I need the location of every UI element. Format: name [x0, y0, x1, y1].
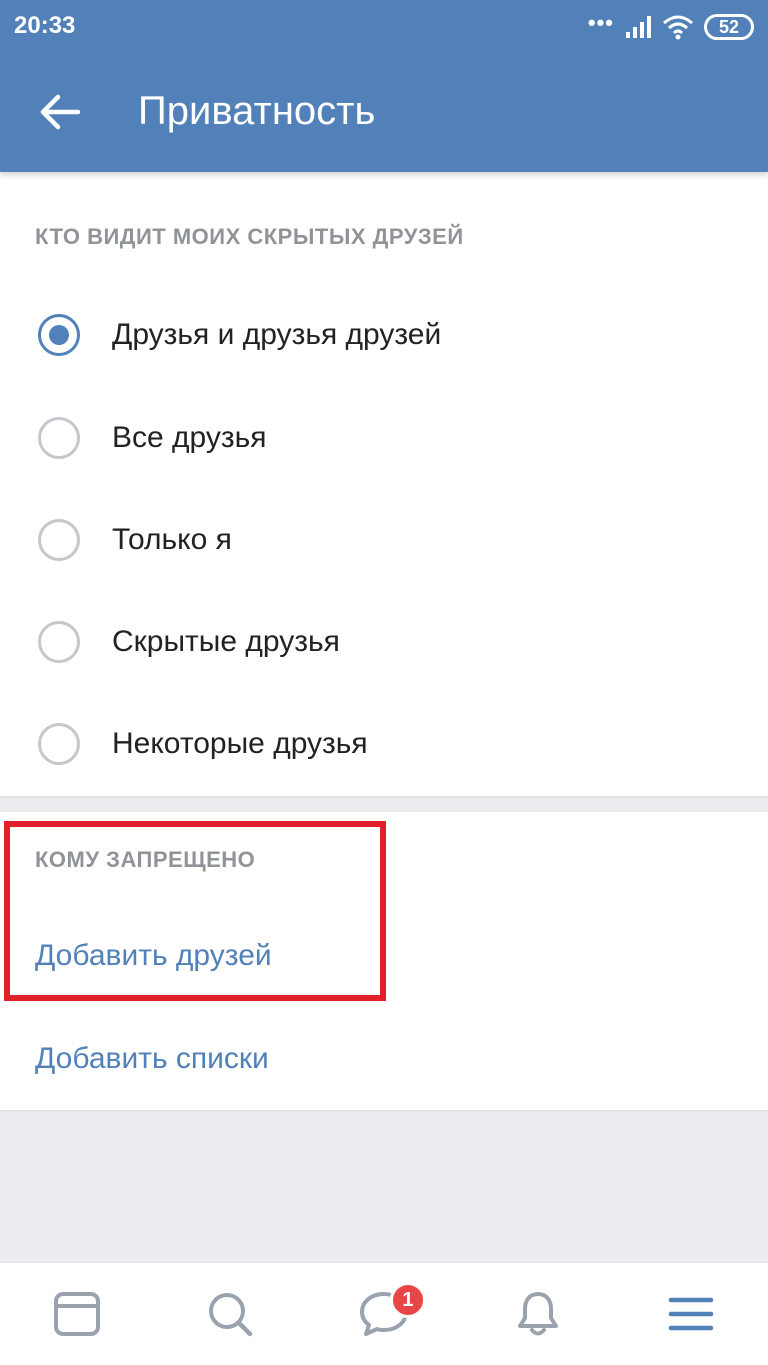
nav-notifications-button[interactable]	[488, 1274, 588, 1354]
status-icons: ••• 52	[588, 12, 754, 42]
add-friends-link[interactable]: Добавить друзей	[35, 939, 272, 973]
unread-badge: 1	[389, 1282, 426, 1318]
toolbar: Приватность	[0, 56, 768, 172]
add-lists-link[interactable]: Добавить списки	[35, 1042, 269, 1076]
nav-menu-button[interactable]	[641, 1274, 741, 1354]
radio-option-all-friends[interactable]: Все друзья	[0, 388, 768, 488]
radio-button[interactable]	[38, 723, 80, 765]
section-header-hidden-friends: КТО ВИДИТ МОИХ СКРЫТЫХ ДРУЗЕЙ	[35, 224, 464, 249]
page-title: Приватность	[138, 89, 376, 133]
bottom-navigation: 1	[0, 1262, 768, 1365]
radio-option-friends-of-friends[interactable]: Друзья и друзья друзей	[0, 285, 768, 385]
nav-news-button[interactable]	[27, 1274, 127, 1354]
nav-messages-button[interactable]: 1	[334, 1274, 434, 1354]
radio-option-hidden-friends[interactable]: Скрытые друзья	[0, 592, 768, 692]
arrow-left-icon	[40, 94, 81, 130]
section-header-forbidden: КОМУ ЗАПРЕЩЕНО	[35, 847, 256, 872]
hidden-friends-section: КТО ВИДИТ МОИХ СКРЫТЫХ ДРУЗЕЙ Друзья и д…	[0, 172, 768, 796]
back-button[interactable]	[28, 80, 92, 144]
signal-icon	[626, 16, 651, 38]
news-icon	[53, 1292, 100, 1336]
bell-icon	[517, 1292, 558, 1336]
radio-button[interactable]	[38, 621, 80, 663]
search-icon	[209, 1293, 253, 1337]
radio-label: Друзья и друзья друзей	[112, 318, 442, 351]
app-bar: 20:33 ••• 52 Приватность	[0, 0, 768, 172]
status-time: 20:33	[14, 12, 76, 39]
radio-button[interactable]	[38, 417, 80, 459]
nav-search-button[interactable]	[180, 1274, 280, 1354]
forbidden-section: КОМУ ЗАПРЕЩЕНО Добавить друзей Добавить …	[0, 812, 768, 1110]
radio-label: Все друзья	[112, 421, 267, 454]
menu-icon	[668, 1297, 714, 1331]
radio-option-some-friends[interactable]: Некоторые друзья	[0, 694, 768, 794]
wifi-icon	[663, 15, 693, 40]
radio-label: Только я	[112, 523, 232, 556]
radio-label: Некоторые друзья	[112, 727, 368, 760]
radio-label: Скрытые друзья	[112, 625, 340, 658]
battery-indicator: 52	[704, 14, 754, 40]
more-dots-icon: •••	[587, 10, 614, 35]
radio-button[interactable]	[38, 519, 80, 561]
radio-button-checked[interactable]	[38, 314, 80, 356]
radio-option-only-me[interactable]: Только я	[0, 490, 768, 590]
status-bar: 20:33 ••• 52	[0, 0, 768, 56]
